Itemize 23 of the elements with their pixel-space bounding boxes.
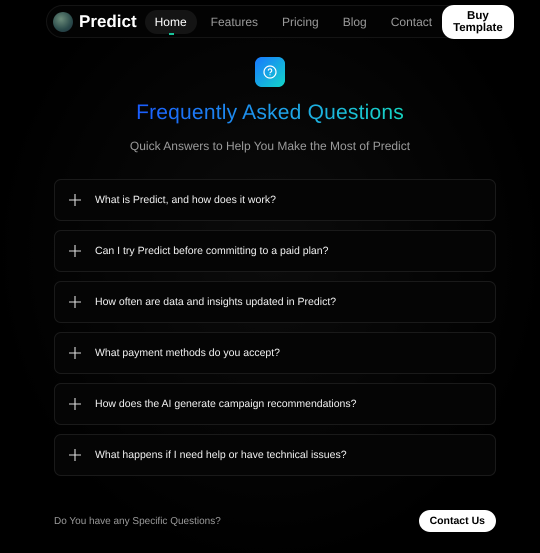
brand-name: Predict [79,12,137,32]
faq-item[interactable]: What payment methods do you accept? [54,332,496,374]
faq-item[interactable]: What is Predict, and how does it work? [54,179,496,221]
nav-link[interactable]: Home [144,10,197,34]
nav-link[interactable]: Features [200,10,268,34]
page-subtitle: Quick Answers to Help You Make the Most of Predict [128,139,412,153]
faq-item[interactable]: How often are data and insights updated in Predict? [54,281,496,323]
contact-prompt: Do You have any Specific Questions? [54,516,221,526]
faq-item[interactable]: How does the AI generate campaign recommendations? [54,383,496,425]
faq-question: What is Predict, and how does it work? [95,194,276,206]
nav-link[interactable]: Blog [332,10,377,34]
buy-template-button[interactable]: Buy Template [442,4,514,38]
nav-link[interactable]: Pricing [272,10,329,34]
faq-question: Can I try Predict before committing to a paid plan? [95,245,328,257]
faq-item[interactable]: Can I try Predict before committing to a paid plan? [54,230,496,272]
page-title: Frequently Asked Questions [136,101,404,124]
faq-question: How does the AI generate campaign recommendations? [95,398,356,410]
faq-question: What payment methods do you accept? [95,347,280,359]
contact-us-button[interactable]: Contact Us [418,510,496,532]
faq-item[interactable]: What happens if I need help or have technical issues? [54,434,496,476]
faq-question: How often are data and insights updated in Predict? [95,296,336,308]
faq-question: What happens if I need help or have technical issues? [95,449,347,461]
nav-link[interactable]: Contact [380,10,442,34]
